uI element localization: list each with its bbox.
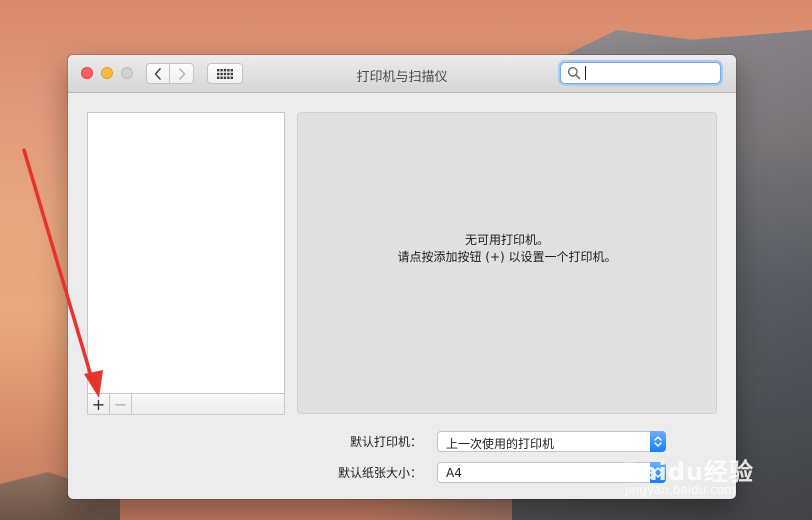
watermark-url: jingyan.baidu.com: [625, 483, 736, 497]
text-caret: [585, 66, 586, 80]
add-printer-button[interactable]: +: [88, 394, 110, 414]
printers-scanners-window: 打印机与扫描仪 + − 无可用打印机。 请点按添加按钮 (+) 以设置一个打印机…: [68, 55, 736, 499]
search-field[interactable]: [560, 62, 721, 84]
titlebar: 打印机与扫描仪: [68, 55, 736, 93]
watermark-text: Baidu经验: [622, 458, 754, 486]
default-printer-value: 上一次使用的打印机: [446, 437, 555, 451]
default-paper-value: A4: [446, 466, 462, 480]
no-printer-line1: 无可用打印机。: [464, 233, 549, 247]
remove-printer-button[interactable]: −: [110, 394, 132, 414]
printer-detail-panel: 无可用打印机。 请点按添加按钮 (+) 以设置一个打印机。: [297, 112, 717, 414]
printer-list-toolbar: + −: [87, 394, 285, 415]
baidu-watermark: Baidu经验 jingyan.baidu.com: [622, 452, 754, 497]
no-printer-line2: 请点按添加按钮 (+) 以设置一个打印机。: [397, 250, 617, 264]
no-printer-message: 无可用打印机。 请点按添加按钮 (+) 以设置一个打印机。: [298, 232, 716, 266]
default-printer-label: 默认打印机：: [349, 435, 422, 449]
popup-arrows-icon: [650, 431, 666, 452]
printer-list[interactable]: [87, 112, 285, 394]
default-paper-label: 默认纸张大小：: [337, 466, 422, 480]
default-printer-popup[interactable]: 上一次使用的打印机: [437, 431, 666, 452]
magnifier-icon: [567, 66, 581, 80]
search-input[interactable]: [587, 64, 715, 82]
